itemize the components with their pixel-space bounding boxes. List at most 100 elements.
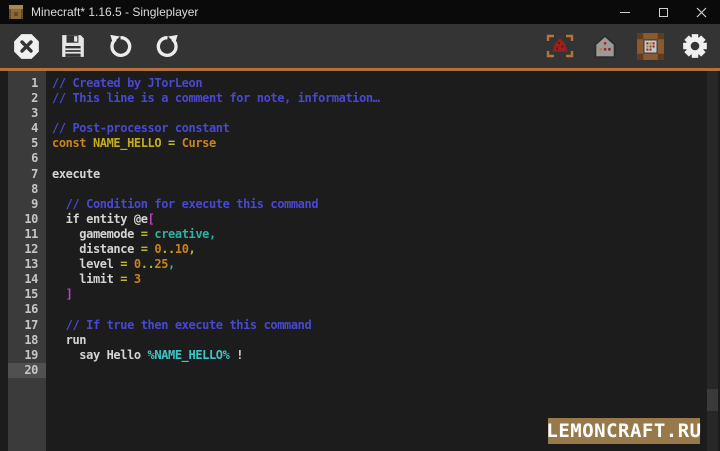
- code-line-content[interactable]: // If true then execute this command: [46, 318, 706, 333]
- code-line-content[interactable]: [46, 302, 706, 317]
- code-token: [: [148, 212, 155, 226]
- line-number: 11: [8, 227, 46, 242]
- code-line-content[interactable]: level = 0..25,: [46, 257, 706, 272]
- minimize-icon: [620, 12, 630, 13]
- code-line-content[interactable]: ]: [46, 287, 706, 302]
- code-token: =: [168, 136, 182, 150]
- line-number: 13: [8, 257, 46, 272]
- code-line-content[interactable]: [46, 151, 706, 166]
- line-number: 12: [8, 242, 46, 257]
- line-number: 14: [8, 272, 46, 287]
- code-line[interactable]: 5const NAME_HELLO = Curse: [8, 136, 706, 151]
- code-line[interactable]: 4 // Post-processor constant: [8, 121, 706, 136]
- toolbar: [0, 24, 720, 68]
- code-token: say Hello: [52, 348, 148, 362]
- line-number: 1: [8, 76, 46, 91]
- code-line-content[interactable]: [46, 106, 706, 121]
- code-token: level: [52, 257, 120, 271]
- settings-button[interactable]: [680, 31, 710, 61]
- code-line[interactable]: 14 limit = 3: [8, 272, 706, 287]
- code-line[interactable]: 12 distance = 0..10,: [8, 242, 706, 257]
- code-line[interactable]: 8: [8, 182, 706, 197]
- code-line[interactable]: 18 run: [8, 333, 706, 348]
- code-token: ,: [189, 242, 196, 256]
- code-line[interactable]: 9 // Condition for execute this command: [8, 197, 706, 212]
- close-button[interactable]: [682, 0, 720, 24]
- line-number: 18: [8, 333, 46, 348]
- code-line[interactable]: 6: [8, 151, 706, 166]
- redo-button[interactable]: [152, 31, 182, 61]
- redstone-capture-button[interactable]: [545, 31, 575, 61]
- line-number: 20: [8, 363, 46, 378]
- code-line[interactable]: 16: [8, 302, 706, 317]
- code-line-content[interactable]: say Hello %NAME_HELLO% !: [46, 348, 706, 363]
- scrollbar-thumb[interactable]: [707, 389, 718, 411]
- crafting-frame-button[interactable]: [635, 31, 665, 61]
- code-line-content[interactable]: distance = 0..10,: [46, 242, 706, 257]
- line-number: 15: [8, 287, 46, 302]
- code-line[interactable]: 19 say Hello %NAME_HELLO% !: [8, 348, 706, 363]
- code-token: %NAME_HELLO%: [148, 348, 230, 362]
- code-line-content[interactable]: [46, 182, 706, 197]
- title-bar: Minecraft* 1.16.5 - Singleplayer: [0, 0, 720, 24]
- code-line[interactable]: 20: [8, 363, 706, 378]
- code-editor[interactable]: 1// Created by JTorLeon2// This line is …: [0, 71, 720, 451]
- code-line[interactable]: 7execute: [8, 167, 706, 182]
- undo-button[interactable]: [105, 31, 135, 61]
- save-button[interactable]: [58, 31, 88, 61]
- code-line-content[interactable]: gamemode = creative,: [46, 227, 706, 242]
- code-token: // Created by JTorLeon: [52, 76, 202, 90]
- code-line-content[interactable]: // Condition for execute this command: [46, 197, 706, 212]
- code-line-content[interactable]: if entity @e[: [46, 212, 706, 227]
- home-button[interactable]: [590, 31, 620, 61]
- window-title: Minecraft* 1.16.5 - Singleplayer: [31, 5, 198, 19]
- code-token: =: [120, 272, 134, 286]
- code-token: creative,: [154, 227, 215, 241]
- code-token: ..: [141, 257, 155, 271]
- line-number: 9: [8, 197, 46, 212]
- toolbar-left-group: [11, 31, 182, 61]
- code-line[interactable]: 17 // If true then execute this command: [8, 318, 706, 333]
- toolbar-right-group: [545, 31, 710, 61]
- home-icon: [592, 33, 618, 60]
- code-line[interactable]: 13 level = 0..25,: [8, 257, 706, 272]
- code-lines: 1// Created by JTorLeon2// This line is …: [8, 76, 706, 378]
- line-number: 19: [8, 348, 46, 363]
- code-token: 25: [154, 257, 168, 271]
- minecraft-block-icon: [9, 5, 23, 19]
- redstone-capture-icon: [545, 32, 575, 60]
- code-token: // Condition for execute this command: [52, 197, 318, 211]
- redo-icon: [154, 33, 181, 60]
- code-line[interactable]: 15 ]: [8, 287, 706, 302]
- code-line-content[interactable]: // Post-processor constant: [46, 121, 706, 136]
- code-token: // If true then execute this command: [52, 318, 311, 332]
- code-token: =: [141, 227, 155, 241]
- line-number: 4: [8, 121, 46, 136]
- code-line[interactable]: 3: [8, 106, 706, 121]
- code-line[interactable]: 10 if entity @e[: [8, 212, 706, 227]
- code-token: ,: [168, 257, 175, 271]
- line-number: 7: [8, 167, 46, 182]
- maximize-button[interactable]: [644, 0, 682, 24]
- vertical-scrollbar[interactable]: [707, 71, 718, 451]
- code-token: limit: [52, 272, 120, 286]
- line-number: 6: [8, 151, 46, 166]
- code-line-content[interactable]: // Created by JTorLeon: [46, 76, 706, 91]
- code-line[interactable]: 1 // Created by JTorLeon: [8, 76, 706, 91]
- code-token: 10: [175, 242, 189, 256]
- code-line-content[interactable]: run: [46, 333, 706, 348]
- minimize-button[interactable]: [606, 0, 644, 24]
- code-line-content[interactable]: [46, 363, 706, 378]
- code-line-content[interactable]: limit = 3: [46, 272, 706, 287]
- line-number: 2: [8, 91, 46, 106]
- code-line-content[interactable]: // This line is a comment for note, info…: [46, 91, 706, 106]
- code-line[interactable]: 11 gamemode = creative,: [8, 227, 706, 242]
- code-token: // Post-processor constant: [52, 121, 229, 135]
- code-token: 3: [134, 272, 141, 286]
- code-line-content[interactable]: const NAME_HELLO = Curse: [46, 136, 706, 151]
- code-line-content[interactable]: execute: [46, 167, 706, 182]
- code-line[interactable]: 2// This line is a comment for note, inf…: [8, 91, 706, 106]
- code-token: 0: [134, 257, 141, 271]
- stop-button[interactable]: [11, 31, 41, 61]
- line-number: 3: [8, 106, 46, 121]
